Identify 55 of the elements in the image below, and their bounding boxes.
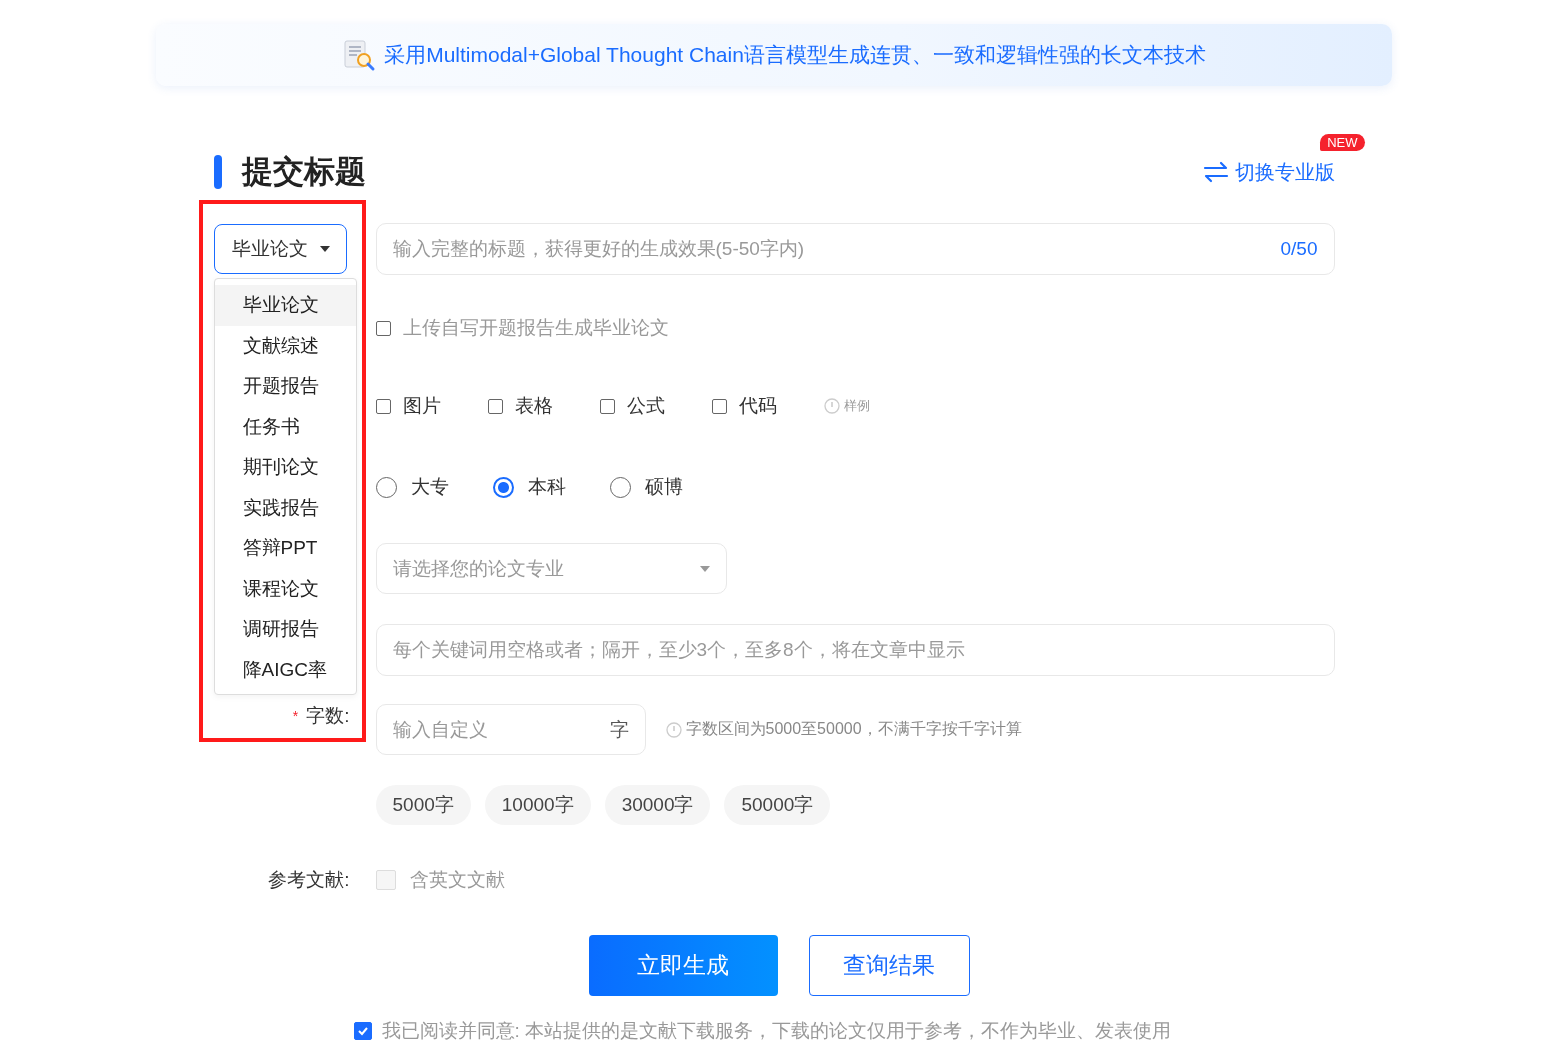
required-asterisk: * (292, 707, 299, 724)
word-count-hint: 字数区间为5000至50000，不满千字按千字计算 (685, 719, 1022, 739)
caret-icon (319, 246, 330, 252)
title-accent-bar (213, 155, 222, 189)
checkbox-label: 代码 (738, 394, 777, 418)
checkbox[interactable] (375, 320, 391, 336)
radio-label: 大专 (410, 475, 449, 499)
checkbox-label: 上传自写开题报告生成毕业论文 (402, 316, 669, 340)
character-counter: 0/50 (1280, 238, 1318, 260)
info-icon (823, 398, 840, 414)
radio-label: 硕博 (644, 475, 683, 499)
dropdown-option[interactable]: 课程论文 (214, 568, 356, 609)
section-title: 提交标题 (241, 153, 366, 191)
agreement-text: 我已阅读并同意: 本站提供的是文献下载服务，下载的论文仅用于参考，不作为毕业、发表使用 (381, 1019, 1172, 1041)
swap-arrows-icon (1202, 160, 1229, 184)
switch-version-link[interactable]: 切换专业版 (1202, 158, 1335, 186)
caret-icon (699, 565, 710, 572)
checkbox[interactable] (487, 398, 503, 414)
dropdown-option[interactable]: 答辩PPT (214, 528, 356, 569)
agreement-checkbox[interactable] (353, 1022, 372, 1040)
banner-text: 采用Multimodal+Global Thought Chain语言模型生成连贯、一致和逻辑性强的长文本技术 (384, 42, 1206, 68)
new-badge: NEW (1320, 134, 1365, 151)
checkbox-label: 表格 (514, 394, 553, 418)
dropdown-option[interactable]: 实践报告 (214, 487, 356, 528)
query-results-button[interactable]: 查询结果 (808, 935, 970, 996)
word-count-preset-chip[interactable]: 5000字 (375, 785, 471, 825)
info-icon (665, 721, 682, 738)
checkbox-label: 含英文文献 (409, 868, 505, 892)
checkbox[interactable] (711, 398, 727, 414)
word-count-label: 字数: (306, 703, 350, 728)
dropdown-option[interactable]: 任务书 (214, 406, 356, 447)
word-count-preset-chip[interactable]: 10000字 (484, 785, 591, 825)
unit-label: 字 (609, 717, 629, 742)
dropdown-option[interactable]: 文献综述 (214, 325, 356, 366)
dropdown-option[interactable]: 毕业论文 (214, 285, 356, 326)
radio-button[interactable] (492, 476, 514, 498)
title-placeholder: 输入完整的标题，获得更好的生成效果(5-50字内) (392, 237, 805, 261)
checkbox[interactable] (375, 398, 391, 414)
checkbox[interactable] (599, 398, 615, 414)
document-search-icon (342, 38, 377, 72)
references-label: 参考文献: (268, 868, 350, 892)
generate-button[interactable]: 立即生成 (588, 935, 778, 996)
dropdown-option[interactable]: 降AIGC率 (214, 649, 356, 690)
checkbox-label: 公式 (626, 394, 665, 418)
paper-type-select[interactable]: 毕业论文 (213, 224, 347, 274)
checkbox-label: 图片 (402, 394, 441, 418)
dropdown-option[interactable]: 调研报告 (214, 609, 356, 650)
dropdown-option[interactable]: 期刊论文 (214, 447, 356, 488)
radio-label: 本科 (527, 475, 566, 499)
word-count-preset-chip[interactable]: 30000字 (604, 785, 711, 825)
title-input-field[interactable]: 输入完整的标题，获得更好的生成效果(5-50字内) 0/50 (375, 223, 1335, 275)
word-count-preset-chip[interactable]: 50000字 (724, 785, 831, 825)
word-count-input-field[interactable]: 输入自定义 字 (375, 704, 646, 755)
check-icon (356, 1025, 369, 1037)
dropdown-option[interactable]: 开题报告 (214, 366, 356, 407)
